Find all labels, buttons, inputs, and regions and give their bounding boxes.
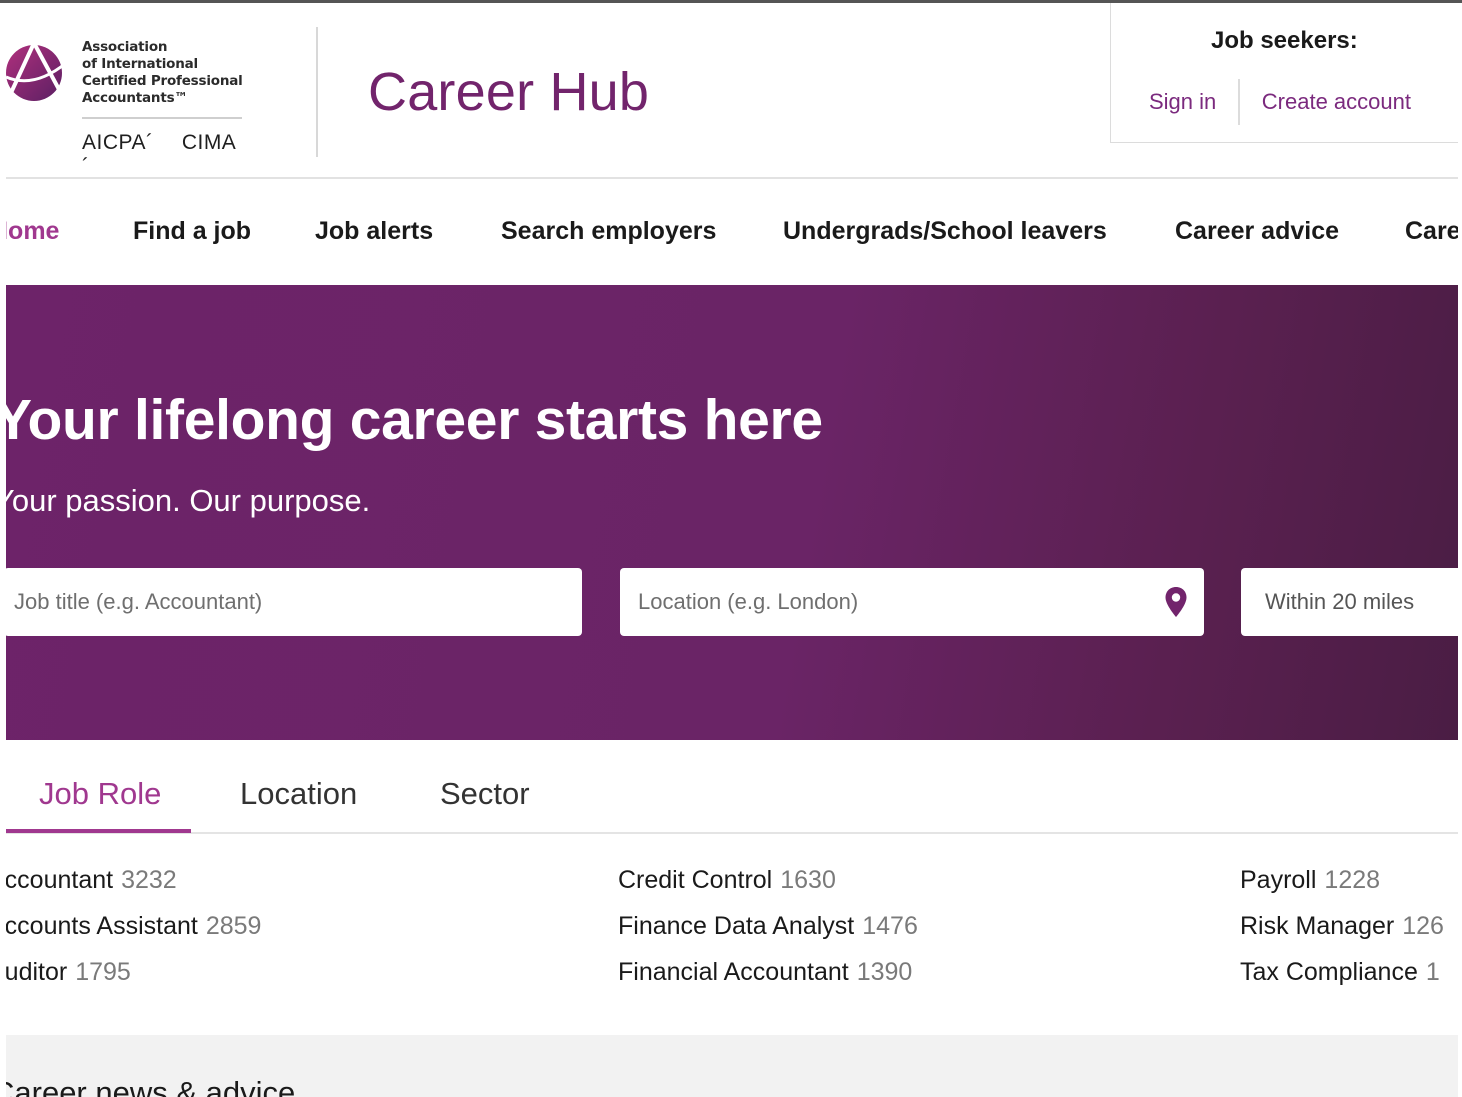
role-count: 126: [1402, 912, 1444, 940]
map-pin-icon[interactable]: [1164, 586, 1188, 618]
list-item[interactable]: Auditor 1795: [0, 957, 261, 1003]
nav-item-job-alerts[interactable]: Job alerts: [315, 217, 433, 246]
main-nav: Home Find a job Job alerts Search employ…: [0, 181, 1462, 285]
left-gutter: [0, 0, 6, 1097]
role-label[interactable]: Finance Data Analyst: [618, 912, 854, 940]
nav-item-undergrads[interactable]: Undergrads/School leavers: [783, 217, 1107, 246]
hero-title: Your lifelong career starts here: [0, 388, 823, 452]
logo-icon: [5, 38, 67, 101]
role-label[interactable]: Tax Compliance: [1240, 958, 1418, 986]
create-account-link[interactable]: Create account: [1262, 89, 1411, 115]
links-separator: [1238, 79, 1240, 125]
role-label[interactable]: Credit Control: [618, 866, 772, 894]
list-item[interactable]: Payroll 1228: [1240, 865, 1444, 911]
active-tab-indicator: [6, 829, 191, 833]
job-role-listings: Accountant 3232 Accounts Assistant2859 Au…: [0, 835, 1462, 1035]
tab-sector[interactable]: Sector: [440, 776, 530, 812]
career-news-section: Career news & advice: [0, 1035, 1462, 1097]
role-count: 1228: [1324, 866, 1381, 894]
hero-banner: Your lifelong career starts here Your pa…: [0, 285, 1462, 740]
list-item[interactable]: Accounts Assistant 2859: [0, 911, 261, 957]
radius-select[interactable]: Within 20 miles: [1241, 568, 1462, 636]
site-header: Association of International Certified P…: [0, 3, 1462, 179]
header-divider: [316, 27, 318, 157]
radius-value: Within 20 miles: [1265, 589, 1415, 614]
role-label[interactable]: Accounts Assistant: [0, 912, 198, 940]
role-count: 3232: [121, 866, 177, 894]
list-item[interactable]: Accountant 3232: [0, 865, 261, 911]
browse-tabs: Job Role Location Sector: [0, 740, 1462, 834]
role-label[interactable]: Financial Accountant: [618, 958, 849, 986]
role-label[interactable]: Accountant: [0, 866, 113, 894]
role-label[interactable]: Auditor: [0, 958, 67, 986]
list-item[interactable]: Tax Compliance 1: [1240, 957, 1444, 1003]
tab-location[interactable]: Location: [240, 776, 357, 812]
top-border: [0, 0, 1462, 3]
job-seekers-links: Sign in Create account: [1149, 79, 1411, 125]
site-title[interactable]: Career Hub: [368, 61, 649, 123]
nav-item-find-a-job[interactable]: Find a job: [133, 217, 251, 246]
tab-job-role[interactable]: Job Role: [39, 776, 161, 812]
job-title-input[interactable]: [4, 589, 582, 615]
org-name-line: Certified Professional: [82, 73, 243, 89]
logo-divider: [82, 117, 242, 119]
job-seekers-panel: Job seekers: Sign in Create account: [1110, 3, 1462, 143]
brand-aicpa: AICPA´: [82, 131, 154, 154]
sign-in-link[interactable]: Sign in: [1149, 89, 1216, 115]
role-count: 1476: [862, 912, 918, 940]
list-item[interactable]: Finance Data Analyst 1476: [618, 911, 918, 957]
listing-column: Accountant 3232 Accounts Assistant2859 Au…: [0, 865, 261, 1003]
org-name: Association of International Certified P…: [82, 39, 243, 107]
list-item[interactable]: Financial Accountant 1390: [618, 957, 918, 1003]
org-name-line: Accountants™: [82, 90, 188, 106]
nav-item-career-advice[interactable]: Career advice: [1175, 217, 1339, 246]
listing-column: Credit Control 1630 Finance Data Analyst 1…: [618, 865, 918, 1003]
location-input[interactable]: [620, 589, 1204, 615]
role-count: 1: [1425, 958, 1440, 986]
listing-column: Payroll 1228 Risk Manager 126 Tax Complian…: [1240, 865, 1444, 1003]
location-field[interactable]: [620, 568, 1204, 636]
job-seekers-title: Job seekers:: [1211, 27, 1358, 54]
list-item[interactable]: Risk Manager 126: [1240, 911, 1444, 957]
role-count: 1390: [856, 958, 913, 986]
role-label[interactable]: Payroll: [1240, 866, 1316, 894]
org-logo[interactable]: Association of International Certified P…: [0, 31, 260, 178]
org-name-line: of International: [82, 56, 198, 72]
hero-subtitle: Your passion. Our purpose.: [0, 483, 371, 518]
job-title-field[interactable]: [4, 568, 582, 636]
org-name-line: Association: [82, 39, 168, 55]
nav-item-search-employers[interactable]: Search employers: [501, 217, 716, 246]
right-edge: [1458, 0, 1462, 1097]
role-count: 1795: [75, 958, 131, 986]
nav-item-home[interactable]: Home: [0, 217, 59, 246]
brand-names: AICPA´ CIMA´: [82, 131, 260, 179]
list-item[interactable]: Credit Control 1630: [618, 865, 918, 911]
role-label[interactable]: Risk Manager: [1240, 912, 1394, 940]
nav-item-career-more[interactable]: Care: [1405, 217, 1461, 246]
role-count: 2859: [205, 912, 262, 940]
role-count: 1630: [780, 866, 836, 894]
career-news-title: Career news & advice: [0, 1075, 296, 1097]
